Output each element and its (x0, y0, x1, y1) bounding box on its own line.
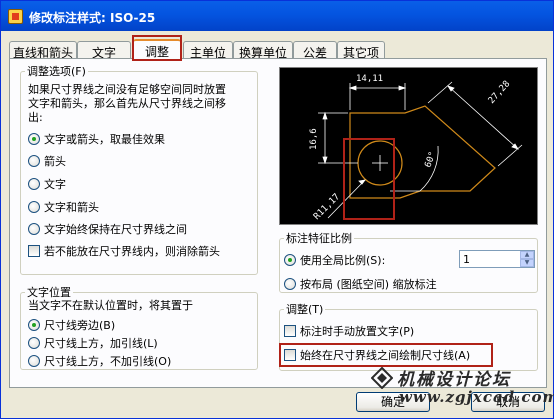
cancel-button[interactable]: 取消 (471, 392, 545, 412)
spin-down-icon[interactable]: ▼ (520, 259, 534, 267)
radio-button[interactable] (28, 155, 40, 167)
radio-over-with-leader[interactable]: 尺寸线上方，加引线(L) (28, 335, 158, 351)
radio-over-without-leader[interactable]: 尺寸线上方，不加引线(O) (28, 353, 171, 369)
spin-up-icon[interactable]: ▲ (520, 251, 534, 259)
tab-alternate-units[interactable]: 换算单位 (233, 41, 293, 60)
radio-label: 使用全局比例(S): (300, 254, 386, 267)
checkbox[interactable] (284, 349, 296, 361)
tab-lines-arrows[interactable]: 直线和箭头 (9, 41, 77, 60)
checkbox-place-text-manually[interactable]: 标注时手动放置文字(P) (284, 323, 414, 339)
radio-label: 文字和箭头 (44, 201, 99, 214)
radio-label: 尺寸线上方，不加引线(O) (44, 355, 172, 368)
radio-label: 文字或箭头，取最佳效果 (44, 133, 165, 146)
radio-scale-to-layout[interactable]: 按布局 (图纸空间) 缩放标注 (284, 276, 437, 292)
radio-button-selected[interactable] (284, 254, 296, 266)
dim-right-text: 27,28 (487, 79, 513, 106)
radio-text[interactable]: 文字 (28, 176, 66, 192)
radio-arrows[interactable]: 箭头 (28, 153, 66, 169)
text-placement-description: 当文字不在默认位置时，将其置于 (28, 299, 193, 312)
fit-description-line: 出: (28, 111, 43, 124)
radio-label: 箭头 (44, 155, 66, 168)
preview-drawing: 14,11 16,6 27,28 60° R11,17 (309, 74, 523, 222)
window-title: 修改标注样式: ISO-25 (29, 11, 156, 25)
dialog-window: 修改标注样式: ISO-25 直线和箭头 文字 调整 主单位 换算单位 公差 其… (0, 0, 554, 419)
radio-label: 按布局 (图纸空间) 缩放标注 (300, 278, 437, 291)
radio-text-or-arrows[interactable]: 文字或箭头，取最佳效果 (28, 131, 165, 147)
radio-keep-text-between[interactable]: 文字始终保持在尺寸界线之间 (28, 221, 187, 237)
tab-other[interactable]: 其它项 (337, 41, 385, 60)
fit-description-line: 文字和箭头，那么首先从尺寸界线之间移 (28, 97, 226, 110)
radio-button[interactable] (28, 201, 40, 213)
radio-label: 尺寸线旁边(B) (44, 319, 116, 332)
checkbox-label: 若不能放在尺寸界线内，则消除箭头 (44, 245, 220, 258)
ok-button[interactable]: 确定 (356, 392, 430, 412)
radio-text-and-arrows[interactable]: 文字和箭头 (28, 199, 99, 215)
checkbox-draw-dim-line-between[interactable]: 始终在尺寸界线之间绘制尺寸线(A) (284, 347, 470, 363)
radio-label: 文字 (44, 178, 66, 191)
radio-beside-dim-line[interactable]: 尺寸线旁边(B) (28, 317, 115, 333)
radio-label: 文字始终保持在尺寸界线之间 (44, 223, 187, 236)
radio-button-selected[interactable] (28, 133, 40, 145)
radio-button[interactable] (28, 337, 40, 349)
tab-text[interactable]: 文字 (77, 41, 131, 60)
dim-radius-text: R11,17 (312, 192, 342, 222)
app-icon (8, 9, 23, 24)
fit-options-legend: 调整选项(F) (27, 65, 86, 78)
fine-tuning-legend: 调整(T) (286, 303, 324, 316)
part-outline (349, 105, 496, 199)
radio-button[interactable] (28, 355, 40, 367)
tab-tolerances[interactable]: 公差 (293, 41, 337, 60)
checkbox[interactable] (28, 245, 40, 257)
overall-scale-input[interactable]: 1 ▲ ▼ (459, 250, 535, 268)
checkbox[interactable] (284, 325, 296, 337)
radio-button[interactable] (28, 223, 40, 235)
radio-button[interactable] (284, 278, 296, 290)
dimension-preview: 14,11 16,6 27,28 60° R11,17 (279, 67, 538, 225)
radio-button-selected[interactable] (28, 319, 40, 331)
dim-left-text: 16,6 (309, 128, 319, 150)
scale-legend: 标注特征比例 (286, 232, 352, 245)
radio-label: 尺寸线上方，加引线(L) (44, 337, 158, 350)
radio-button[interactable] (28, 178, 40, 190)
fit-description-line: 如果尺寸界线之间没有足够空间同时放置 (28, 83, 226, 96)
text-placement-legend: 文字位置 (27, 286, 71, 299)
overall-scale-value: 1 (463, 253, 470, 266)
checkbox-label: 标注时手动放置文字(P) (300, 325, 415, 338)
dim-top-text: 14,11 (356, 74, 383, 84)
title-bar[interactable]: 修改标注样式: ISO-25 (1, 1, 553, 31)
tab-primary-units[interactable]: 主单位 (183, 41, 233, 60)
checkbox-suppress-arrows[interactable]: 若不能放在尺寸界线内，则消除箭头 (28, 243, 220, 259)
checkbox-label: 始终在尺寸界线之间绘制尺寸线(A) (300, 349, 471, 362)
tab-fit[interactable]: 调整 (133, 39, 181, 61)
radio-use-overall-scale[interactable]: 使用全局比例(S): (284, 252, 385, 268)
fit-description: 如果尺寸界线之间没有足够空间同时放置 文字和箭头，那么首先从尺寸界线之间移 出: (28, 83, 258, 125)
